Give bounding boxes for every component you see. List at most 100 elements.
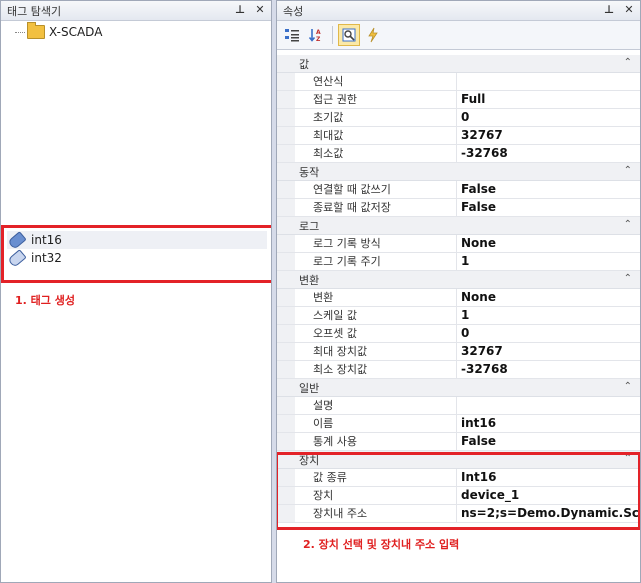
category-label: 값 — [299, 57, 310, 71]
property-name: 오프셋 값 — [295, 325, 457, 342]
property-value[interactable]: Int16 — [457, 469, 640, 486]
category-header[interactable]: 값 ⌃ — [277, 55, 640, 73]
property-value[interactable]: False — [457, 181, 640, 198]
property-value[interactable]: 1 — [457, 307, 640, 324]
category-header[interactable]: 동작 ⌃ — [277, 163, 640, 181]
row-gutter — [277, 505, 295, 522]
row-gutter — [277, 361, 295, 378]
property-value[interactable]: 0 — [457, 325, 640, 342]
row-gutter — [277, 397, 295, 414]
category-label: 장치 — [299, 453, 320, 467]
row-gutter — [277, 127, 295, 144]
chevron-up-icon[interactable]: ⌃ — [624, 381, 632, 392]
row-gutter — [277, 235, 295, 252]
property-row[interactable]: 최대 장치값 32767 — [277, 343, 640, 361]
property-value[interactable]: device_1 — [457, 487, 640, 504]
tag-explorer-header: 태그 탐색기 ⊥ ✕ — [1, 1, 271, 21]
properties-panel: 속성 ⊥ ✕ AZ 값 ⌃ 연산식 접근 권한 Full 초기값 0 최대값 32767 최소값 -… — [276, 0, 641, 583]
property-value[interactable]: 1 — [457, 253, 640, 270]
chevron-up-icon[interactable]: ⌃ — [624, 453, 632, 464]
property-value[interactable]: None — [457, 289, 640, 306]
chevron-up-icon[interactable]: ⌃ — [624, 57, 632, 68]
row-gutter — [277, 415, 295, 432]
properties-view-icon[interactable] — [338, 24, 360, 46]
property-row[interactable]: 설명 — [277, 397, 640, 415]
properties-header: 속성 ⊥ ✕ — [277, 1, 640, 21]
row-gutter — [277, 307, 295, 324]
tag-label: int16 — [31, 233, 62, 247]
row-gutter — [277, 145, 295, 162]
property-row[interactable]: 값 종류 Int16 — [277, 469, 640, 487]
property-name: 최대 장치값 — [295, 343, 457, 360]
property-value[interactable]: False — [457, 433, 640, 450]
property-row[interactable]: 장치 device_1 — [277, 487, 640, 505]
row-gutter — [277, 325, 295, 342]
property-row[interactable]: 최대값 32767 — [277, 127, 640, 145]
pin-icon[interactable]: ⊥ — [233, 3, 247, 17]
property-row[interactable]: 최소값 -32768 — [277, 145, 640, 163]
property-row[interactable]: 연결할 때 값쓰기 False — [277, 181, 640, 199]
property-row[interactable]: 장치내 주소 ns=2;s=Demo.Dynamic.Sc... — [277, 505, 640, 523]
tag-item-int32[interactable]: int32 — [7, 248, 267, 268]
property-name: 장치 — [295, 487, 457, 504]
property-value[interactable]: ns=2;s=Demo.Dynamic.Sc... — [457, 505, 640, 522]
property-name: 변환 — [295, 289, 457, 306]
folder-icon — [27, 22, 45, 39]
property-grid: 값 ⌃ 연산식 접근 권한 Full 초기값 0 최대값 32767 최소값 -32768 동작 ⌃ 연결… — [277, 55, 640, 523]
category-header[interactable]: 일반 ⌃ — [277, 379, 640, 397]
events-view-icon[interactable] — [362, 24, 384, 46]
property-name: 최대값 — [295, 127, 457, 144]
tree-root-node[interactable]: X-SCADA — [15, 22, 102, 39]
chevron-up-icon[interactable]: ⌃ — [624, 273, 632, 284]
property-row[interactable]: 스케일 값1 — [277, 307, 640, 325]
property-row[interactable]: 로그 기록 주기 1 — [277, 253, 640, 271]
annotation-step-1: 1. 태그 생성 — [15, 294, 75, 307]
property-row[interactable]: 최소 장치값 -32768 — [277, 361, 640, 379]
property-value[interactable]: 0 — [457, 109, 640, 126]
property-value[interactable] — [457, 73, 640, 90]
row-gutter — [277, 343, 295, 360]
category-header[interactable]: 장치 ⌃ — [277, 451, 640, 469]
sort-alphabetical-icon[interactable]: AZ — [305, 24, 327, 46]
property-row[interactable]: 이름 int16 — [277, 415, 640, 433]
property-name: 최소값 — [295, 145, 457, 162]
property-row[interactable]: 오프셋 값0 — [277, 325, 640, 343]
property-value[interactable]: 32767 — [457, 343, 640, 360]
close-icon[interactable]: ✕ — [253, 3, 267, 17]
property-value[interactable]: None — [457, 235, 640, 252]
property-name: 연산식 — [295, 73, 457, 90]
property-value[interactable]: int16 — [457, 415, 640, 432]
property-value[interactable]: False — [457, 199, 640, 216]
tag-icon — [7, 248, 27, 268]
property-row[interactable]: 연산식 — [277, 73, 640, 91]
row-gutter — [277, 487, 295, 504]
categorized-view-icon[interactable] — [281, 24, 303, 46]
chevron-up-icon[interactable]: ⌃ — [624, 219, 632, 230]
close-icon[interactable]: ✕ — [622, 3, 636, 17]
tag-item-int16[interactable]: int16 — [7, 230, 267, 250]
property-row[interactable]: 변환 None — [277, 289, 640, 307]
category-header[interactable]: 로그 ⌃ — [277, 217, 640, 235]
property-value[interactable]: Full — [457, 91, 640, 108]
property-name: 연결할 때 값쓰기 — [295, 181, 457, 198]
property-row[interactable]: 통계 사용 False — [277, 433, 640, 451]
tag-explorer-title: 태그 탐색기 — [7, 4, 62, 18]
property-name: 통계 사용 — [295, 433, 457, 450]
row-gutter — [277, 181, 295, 198]
property-name: 장치내 주소 — [295, 505, 457, 522]
row-gutter — [277, 289, 295, 306]
property-value[interactable]: 32767 — [457, 127, 640, 144]
svg-text:Z: Z — [316, 36, 321, 43]
property-row[interactable]: 로그 기록 방식 None — [277, 235, 640, 253]
property-value[interactable]: -32768 — [457, 145, 640, 162]
property-value[interactable] — [457, 397, 640, 414]
property-name: 로그 기록 방식 — [295, 235, 457, 252]
property-row[interactable]: 접근 권한 Full — [277, 91, 640, 109]
category-header[interactable]: 변환 ⌃ — [277, 271, 640, 289]
property-value[interactable]: -32768 — [457, 361, 640, 378]
property-row[interactable]: 종료할 때 값저장 False — [277, 199, 640, 217]
pin-icon[interactable]: ⊥ — [602, 3, 616, 17]
property-row[interactable]: 초기값 0 — [277, 109, 640, 127]
chevron-up-icon[interactable]: ⌃ — [624, 165, 632, 176]
tree-connector — [15, 31, 25, 33]
